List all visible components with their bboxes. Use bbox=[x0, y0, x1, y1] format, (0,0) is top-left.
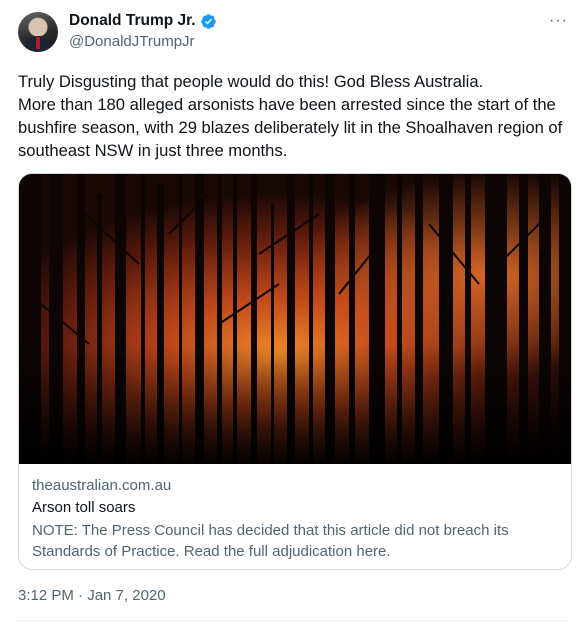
more-options-icon[interactable]: ··· bbox=[549, 12, 568, 30]
bushfire-image[interactable] bbox=[19, 174, 572, 464]
avatar[interactable] bbox=[18, 12, 58, 52]
user-handle[interactable]: @DonaldJTrumpJr bbox=[69, 33, 195, 50]
card-description[interactable]: NOTE: The Press Council has decided that… bbox=[32, 520, 552, 562]
tweet-text: Truly Disgusting that people would do th… bbox=[18, 72, 563, 160]
avatar-tie bbox=[36, 37, 40, 49]
display-name[interactable]: Donald Trump Jr. bbox=[69, 12, 196, 30]
card-domain[interactable]: theaustralian.com.au bbox=[32, 477, 171, 494]
tweet-timestamp[interactable]: 3:12 PM · Jan 7, 2020 bbox=[18, 587, 166, 604]
link-card[interactable]: theaustralian.com.au Arson toll soars NO… bbox=[18, 173, 572, 570]
name-row: Donald Trump Jr. bbox=[69, 12, 217, 30]
divider bbox=[18, 620, 570, 621]
tweet-header: Donald Trump Jr. @DonaldJTrumpJr ··· bbox=[18, 12, 570, 54]
verified-badge-icon bbox=[200, 13, 216, 29]
card-title[interactable]: Arson toll soars bbox=[32, 499, 135, 516]
